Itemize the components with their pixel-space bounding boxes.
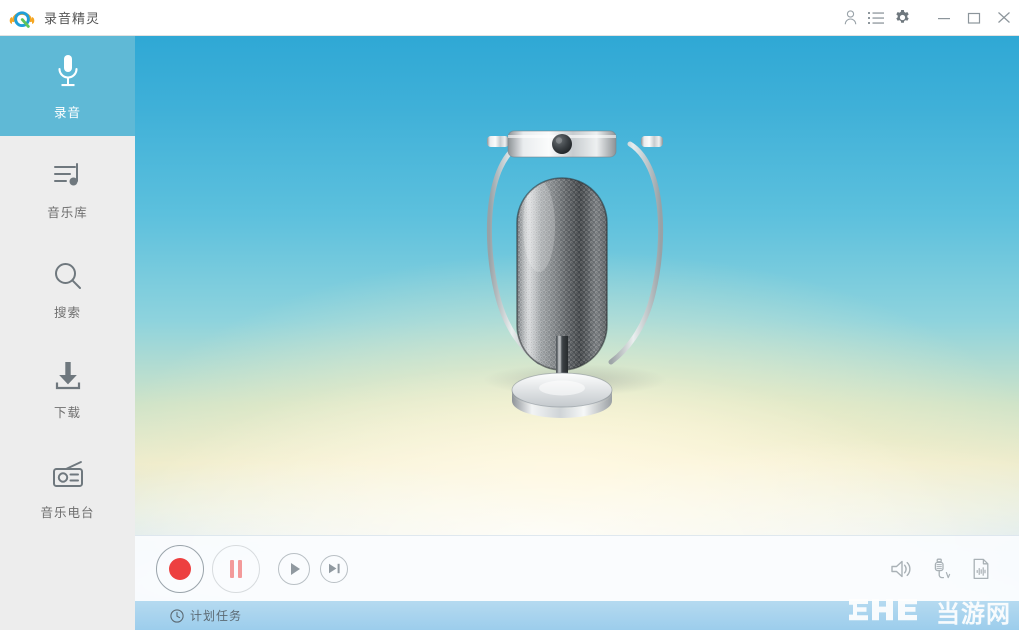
download-icon <box>51 351 85 393</box>
clock-icon <box>170 608 184 623</box>
scheduled-task-button[interactable]: 计划任务 <box>170 607 242 624</box>
playback-control-bar <box>135 535 1019 601</box>
status-bar: 计划任务 <box>135 601 1019 630</box>
title-bar: 录音精灵 <box>0 0 1019 36</box>
minimize-button[interactable] <box>929 0 959 36</box>
pause-button[interactable] <box>212 544 260 593</box>
app-title: 录音精灵 <box>44 11 101 26</box>
sidebar-item-label: 下载 <box>53 406 81 420</box>
transport-controls <box>156 544 348 593</box>
sidebar-item-radio[interactable]: 音乐电台 <box>0 436 135 536</box>
radio-icon <box>50 451 86 493</box>
record-button[interactable] <box>156 544 204 593</box>
app-logo-headphone-q-icon <box>9 5 35 31</box>
titlebar-spacer <box>915 0 929 36</box>
app-window: 录音精灵 录音 音乐库 搜索 下载 音乐电台 计划任务 当游网 <box>0 0 1019 630</box>
maximize-button[interactable] <box>959 0 989 36</box>
pause-icon <box>230 559 242 578</box>
next-track-icon <box>328 563 340 574</box>
sidebar-item-label: 音乐电台 <box>40 506 95 520</box>
titlebar-actions <box>837 0 1019 36</box>
audio-jack-icon[interactable] <box>929 557 953 581</box>
record-icon <box>169 557 191 580</box>
music-library-icon <box>51 151 85 193</box>
play-button[interactable] <box>278 552 310 585</box>
sidebar-item-download[interactable]: 下载 <box>0 336 135 436</box>
close-button[interactable] <box>989 0 1019 36</box>
scheduled-task-label: 计划任务 <box>190 609 243 623</box>
sidebar-item-label: 录音 <box>53 106 81 120</box>
audio-file-icon[interactable] <box>969 557 993 581</box>
gear-icon[interactable] <box>889 0 915 36</box>
search-icon <box>51 251 85 293</box>
play-icon <box>291 562 300 575</box>
user-icon[interactable] <box>837 0 863 36</box>
sidebar-item-label: 搜索 <box>53 306 81 320</box>
output-controls <box>889 557 993 581</box>
sidebar-item-label: 音乐库 <box>47 206 88 220</box>
sidebar: 录音 音乐库 搜索 下载 音乐电台 <box>0 36 135 630</box>
microphone-icon <box>53 51 83 93</box>
sidebar-item-music-library[interactable]: 音乐库 <box>0 136 135 236</box>
sidebar-item-search[interactable]: 搜索 <box>0 236 135 336</box>
list-icon[interactable] <box>863 0 889 36</box>
next-track-button[interactable] <box>320 554 348 583</box>
speaker-icon[interactable] <box>889 557 913 581</box>
sidebar-item-record[interactable]: 录音 <box>0 36 135 136</box>
